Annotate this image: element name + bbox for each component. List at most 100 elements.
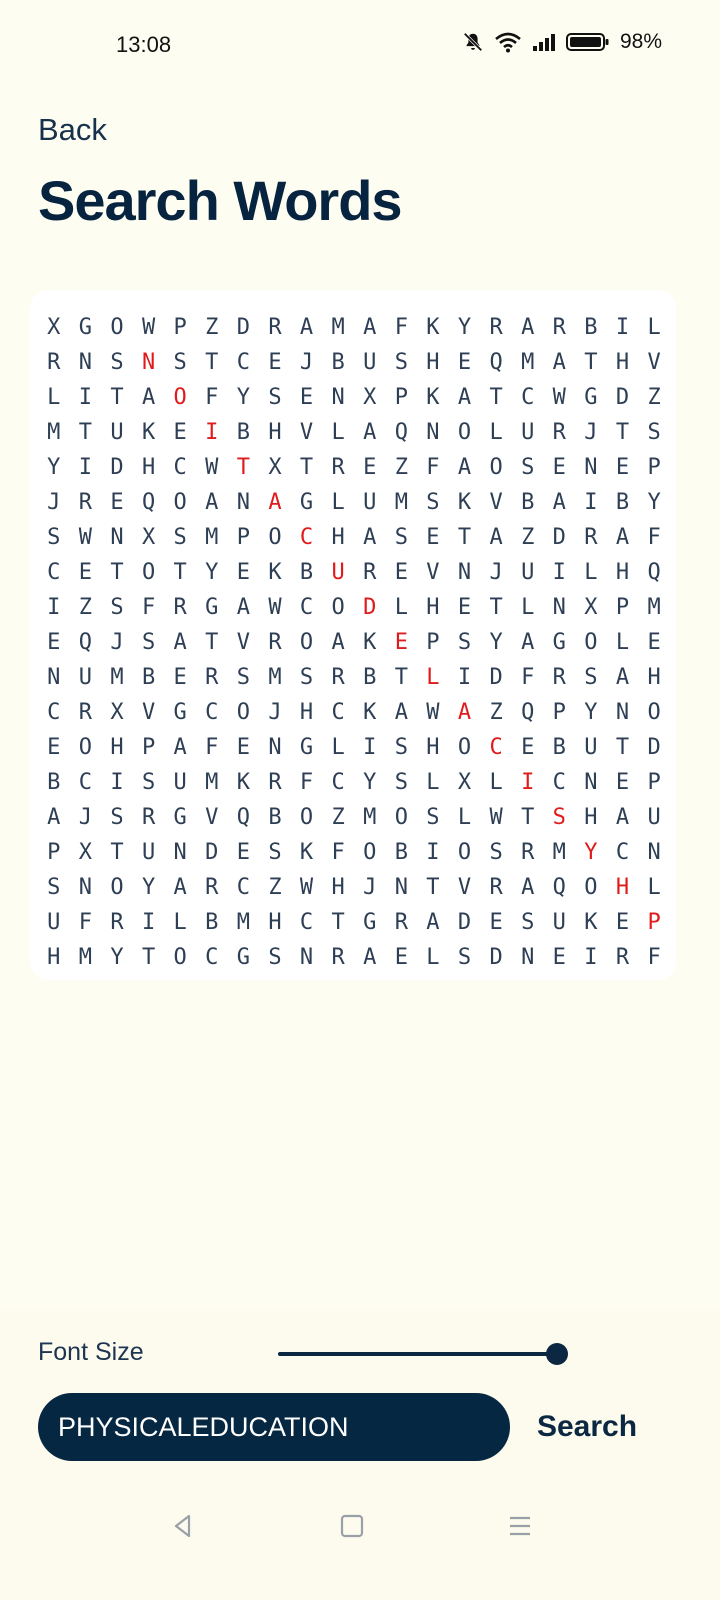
grid-letter: V xyxy=(205,805,219,830)
grid-letter: R xyxy=(584,525,598,550)
grid-letter: S xyxy=(141,770,156,795)
grid-letter: J xyxy=(584,420,598,445)
grid-letter: O xyxy=(141,560,156,585)
back-button[interactable]: Back xyxy=(38,112,107,148)
grid-letter: E xyxy=(615,910,630,935)
grid-letter: F xyxy=(426,455,440,480)
grid-letter: R xyxy=(78,490,93,515)
grid-letter: C xyxy=(331,770,345,795)
grid-letter: O xyxy=(78,735,93,760)
grid-letter-highlighted: U xyxy=(331,560,345,585)
search-button[interactable]: Search xyxy=(522,1400,652,1454)
grid-letter: U xyxy=(363,490,377,515)
grid-letter: B xyxy=(331,350,345,375)
grid-letter: H xyxy=(331,875,345,900)
grid-letter: Y xyxy=(647,490,661,515)
grid-letter: G xyxy=(173,700,187,725)
grid-letter: S xyxy=(268,385,282,410)
grid-letter: U xyxy=(647,805,661,830)
grid-letter: T xyxy=(615,735,630,760)
grid-letter: K xyxy=(426,315,440,340)
grid-letter: O xyxy=(394,805,408,830)
battery-percent: 98% xyxy=(619,30,662,53)
grid-letter: S xyxy=(47,525,61,550)
grid-letter: M xyxy=(205,525,219,550)
grid-letter: J xyxy=(489,560,503,585)
back-triangle-icon[interactable] xyxy=(163,1506,203,1546)
grid-letter: C xyxy=(615,840,630,865)
grid-letter: R xyxy=(552,665,566,690)
grid-letter: K xyxy=(457,490,472,515)
grid-letter: E xyxy=(268,350,282,375)
grid-letter: B xyxy=(615,490,630,515)
grid-letter: P xyxy=(426,630,440,655)
grid-letter: Z xyxy=(489,700,503,725)
grid-letter: R xyxy=(141,805,156,830)
grid-letter: Q xyxy=(78,630,93,655)
grid-letter-highlighted: C xyxy=(489,735,503,760)
search-input[interactable] xyxy=(38,1393,510,1461)
grid-letter: U xyxy=(521,560,535,585)
grid-letter: R xyxy=(205,875,219,900)
grid-letter: S xyxy=(110,805,124,830)
grid-letter: O xyxy=(236,700,250,725)
grid-letter: A xyxy=(299,315,314,340)
grid-letter: H xyxy=(268,420,282,445)
slider-thumb[interactable] xyxy=(546,1343,568,1365)
grid-letter: V xyxy=(647,350,661,375)
grid-letter: S xyxy=(521,455,535,480)
grid-letter: H xyxy=(647,665,661,690)
grid-letter: W xyxy=(78,525,93,550)
grid-letter: I xyxy=(78,385,93,410)
grid-letter: M xyxy=(110,665,124,690)
grid-letter: R xyxy=(521,840,535,865)
status-icons: 98% xyxy=(462,30,662,54)
grid-letter: M xyxy=(394,490,408,515)
grid-letter: B xyxy=(268,805,282,830)
grid-letter: Z xyxy=(521,525,535,550)
grid-letter: Q xyxy=(141,490,156,515)
grid-letter: D xyxy=(457,910,472,935)
grid-letter: I xyxy=(78,455,93,480)
grid-letter: Q xyxy=(489,350,503,375)
navigation-bar xyxy=(0,1490,720,1560)
grid-letter: Z xyxy=(78,595,93,620)
grid-letter: P xyxy=(173,315,187,340)
grid-letter: B xyxy=(47,770,61,795)
grid-letter: L xyxy=(647,315,661,340)
grid-letter: W xyxy=(141,315,156,340)
grid-letter: X xyxy=(457,770,472,795)
grid-letter: G xyxy=(363,910,377,935)
grid-letter-highlighted: D xyxy=(363,595,377,620)
grid-letter: M xyxy=(268,665,282,690)
grid-letter: U xyxy=(110,420,124,445)
grid-letter: W xyxy=(552,385,566,410)
grid-letter: T xyxy=(78,420,93,445)
grid-letter: S xyxy=(584,665,598,690)
grid-row: RNSNSTCEJBUSHEQMATHV xyxy=(38,345,670,380)
grid-letter: F xyxy=(647,525,661,550)
grid-row: CETOTYEKBUREVNJUILHQ xyxy=(38,555,670,590)
grid-letter-highlighted: I xyxy=(521,770,535,795)
home-square-icon[interactable] xyxy=(332,1506,372,1546)
grid-letter: I xyxy=(426,840,440,865)
menu-lines-icon[interactable] xyxy=(500,1506,540,1546)
font-size-slider[interactable] xyxy=(278,1340,568,1370)
grid-letter: A xyxy=(615,525,630,550)
grid-row: XGOWPZDRAMAFKYRARBIL xyxy=(38,310,670,345)
grid-letter: C xyxy=(47,700,61,725)
grid-letter: Z xyxy=(268,875,282,900)
grid-letter: I xyxy=(584,490,598,515)
grid-letter: K xyxy=(141,420,156,445)
grid-row: SWNXSMPOCHASETAZDRAF xyxy=(38,520,670,555)
grid-letter: G xyxy=(299,735,314,760)
grid-letter: T xyxy=(426,875,440,900)
grid-letter: V xyxy=(489,490,503,515)
grid-letter: M xyxy=(552,840,566,865)
grid-letter-highlighted: E xyxy=(394,630,408,655)
grid-letter: A xyxy=(205,490,219,515)
grid-letter: B xyxy=(363,665,377,690)
grid-letter: U xyxy=(141,840,156,865)
grid-letter: E xyxy=(363,455,377,480)
grid-letter: A xyxy=(552,490,566,515)
